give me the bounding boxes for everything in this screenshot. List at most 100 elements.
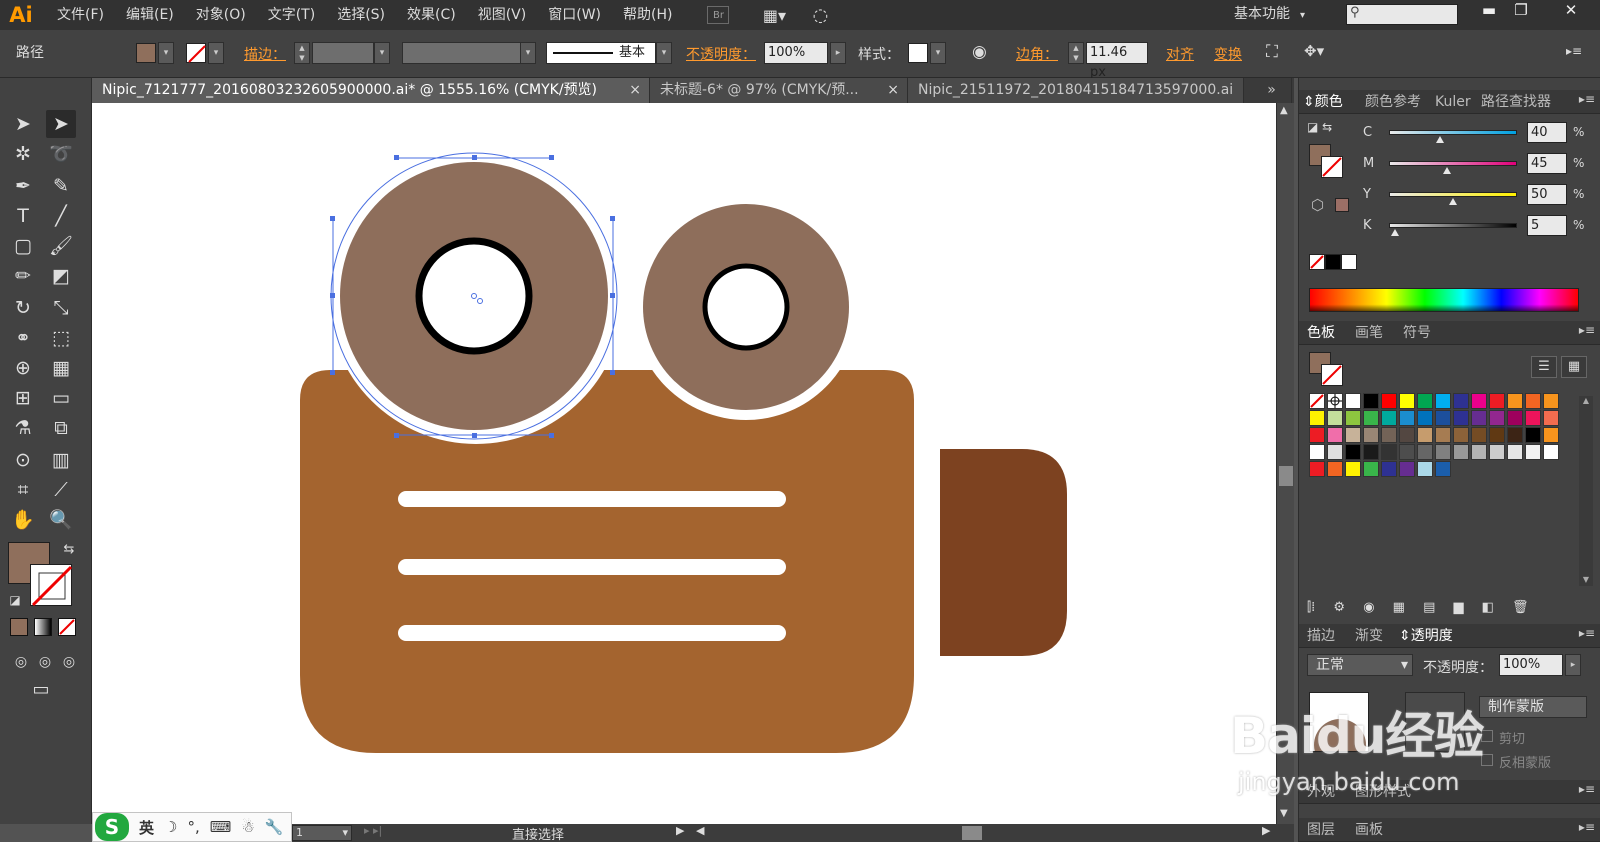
style-dropdown[interactable]: ▾ — [930, 42, 946, 64]
color-swatch[interactable] — [1507, 410, 1523, 426]
shape-options-icon[interactable]: ✥▾ — [1304, 42, 1324, 60]
anchor-point[interactable] — [330, 370, 335, 375]
channel-value-field[interactable]: 45 — [1527, 153, 1567, 174]
channel-slider-track[interactable] — [1389, 161, 1517, 166]
color-swatch[interactable] — [1543, 410, 1559, 426]
white-swatch[interactable] — [1341, 254, 1357, 270]
scroll-down-icon[interactable]: ▼ — [1280, 808, 1288, 819]
color-swatch[interactable] — [1345, 461, 1361, 477]
gamut-swatch[interactable] — [1335, 198, 1349, 212]
color-swatch[interactable] — [1489, 444, 1505, 460]
color-swatch[interactable] — [1507, 393, 1523, 409]
panel-menu-icon[interactable]: ▸≡ — [1579, 820, 1595, 834]
selection-tool-icon[interactable]: ➤ — [8, 110, 38, 138]
color-swatch[interactable] — [1435, 427, 1451, 443]
perspective-grid-tool-icon[interactable]: ▦ — [46, 354, 76, 382]
menu-item[interactable]: 效果(C) — [396, 0, 467, 30]
anchor-point[interactable] — [330, 216, 335, 221]
screen-mode-icon[interactable]: ▭ — [26, 676, 56, 704]
color-swatch[interactable] — [1417, 427, 1433, 443]
color-swatch[interactable] — [1435, 461, 1451, 477]
tab-stroke[interactable]: 描边 — [1307, 624, 1335, 648]
color-swatch[interactable] — [1543, 393, 1559, 409]
color-swatch[interactable] — [1363, 444, 1379, 460]
opacity-field[interactable]: 100% — [764, 42, 828, 64]
type-tool-icon[interactable]: T — [8, 202, 38, 230]
stroke-dropdown[interactable]: ▾ — [208, 42, 224, 64]
channel-value-field[interactable]: 40 — [1527, 122, 1567, 143]
search-input[interactable]: ⚲ — [1346, 4, 1458, 25]
symbol-sprayer-tool-icon[interactable]: ⊙ — [8, 446, 38, 474]
fill-dropdown[interactable]: ▾ — [158, 42, 174, 64]
list-view-icon[interactable]: ☰ — [1531, 356, 1557, 378]
anchor-point[interactable] — [610, 216, 615, 221]
document-tab[interactable]: 未标题-6* @ 97% (CMYK/预... × — [650, 78, 908, 103]
menu-item[interactable]: 窗口(W) — [537, 0, 612, 30]
body-stripe[interactable] — [398, 559, 786, 575]
direct-selection-tool-icon[interactable]: ➤ — [46, 110, 76, 138]
opacity-arrow[interactable]: ▸ — [830, 42, 846, 64]
menu-item[interactable]: 文件(F) — [46, 0, 115, 30]
color-swatch[interactable] — [1453, 393, 1469, 409]
transparency-opacity-arrow[interactable]: ▸ — [1565, 654, 1581, 676]
stroke-weight-stepper[interactable]: ▲ ▼ — [294, 42, 310, 64]
out-of-gamut-cube-icon[interactable]: ⬡ — [1311, 196, 1324, 214]
color-swatch[interactable] — [1435, 444, 1451, 460]
sogou-logo[interactable]: S — [95, 813, 129, 841]
color-swatch[interactable] — [1399, 461, 1415, 477]
corner-stepper[interactable]: ▲ ▼ — [1068, 42, 1084, 64]
color-swatch[interactable] — [1363, 427, 1379, 443]
gradient-tool-icon[interactable]: ▭ — [46, 384, 76, 412]
channel-value-field[interactable]: 5 — [1527, 215, 1567, 236]
scroll-left-icon[interactable]: ◀ — [696, 824, 704, 837]
color-swatch[interactable] — [1525, 410, 1541, 426]
align-link[interactable]: 对齐 — [1166, 44, 1194, 64]
color-swatch[interactable] — [1507, 444, 1523, 460]
color-swatch[interactable] — [1543, 444, 1559, 460]
color-swatch[interactable] — [1417, 461, 1433, 477]
scale-tool-icon[interactable]: ⤡ — [46, 294, 76, 322]
channel-slider-knob[interactable] — [1391, 229, 1400, 236]
tab-overflow-icon[interactable]: » — [1252, 78, 1292, 103]
default-colors-icon[interactable]: ◪ — [0, 586, 30, 614]
color-swatch[interactable] — [1345, 427, 1361, 443]
tab-transparency[interactable]: ⇕透明度 — [1399, 624, 1453, 648]
tab-gradient[interactable]: 渐变 — [1355, 624, 1383, 648]
color-swatch[interactable] — [1399, 393, 1415, 409]
width-tool-icon[interactable]: ⚭ — [8, 324, 38, 352]
color-swatch[interactable] — [1507, 427, 1523, 443]
tab-symbols[interactable]: 符号 — [1403, 321, 1431, 345]
paintbrush-tool-icon[interactable]: 🖌 — [46, 232, 76, 260]
panel-menu-icon[interactable]: ▸≡ — [1579, 782, 1595, 796]
minimize-icon[interactable]: ▬ — [1472, 0, 1506, 22]
magic-wand-tool-icon[interactable]: ✲ — [8, 140, 38, 168]
line-tool-icon[interactable]: ╱ — [46, 202, 76, 230]
hand-tool-icon[interactable]: ✋ — [8, 506, 38, 534]
anchor-point[interactable] — [549, 155, 554, 160]
swatch-library-icons[interactable]: ⫿⁞ ⚙ ◉ ▦ ▤ ▆ ◧ 🗑 — [1307, 600, 1597, 615]
shape-builder-tool-icon[interactable]: ⊕ — [8, 354, 38, 382]
panel-menu-icon[interactable]: ▸≡ — [1579, 626, 1595, 640]
scroll-up-icon[interactable]: ▲ — [1280, 105, 1288, 116]
eraser-tool-icon[interactable]: ◩ — [46, 262, 76, 290]
color-panel-stroke[interactable] — [1321, 156, 1343, 178]
artwork[interactable] — [92, 103, 1276, 824]
color-swatch[interactable] — [1471, 410, 1487, 426]
color-swatch[interactable] — [1399, 410, 1415, 426]
color-swatch[interactable] — [1471, 444, 1487, 460]
color-swatch[interactable] — [1309, 444, 1325, 460]
stroke-weight-field[interactable] — [312, 42, 374, 64]
color-swatch[interactable] — [1417, 410, 1433, 426]
color-swatch[interactable] — [1471, 393, 1487, 409]
anchor-point[interactable] — [472, 433, 477, 438]
menu-item[interactable]: 视图(V) — [467, 0, 538, 30]
gradient-mode-icon[interactable] — [34, 618, 52, 636]
color-swatch[interactable] — [1381, 444, 1397, 460]
body-stripe[interactable] — [398, 625, 786, 641]
registration-swatch[interactable] — [1327, 393, 1343, 409]
stroke-label[interactable]: 描边： — [244, 44, 286, 64]
camera-lens[interactable] — [940, 449, 1067, 656]
color-swatch[interactable] — [1381, 427, 1397, 443]
color-swatch[interactable] — [1327, 444, 1343, 460]
keyboard-icon[interactable]: ⌨ — [210, 818, 232, 836]
